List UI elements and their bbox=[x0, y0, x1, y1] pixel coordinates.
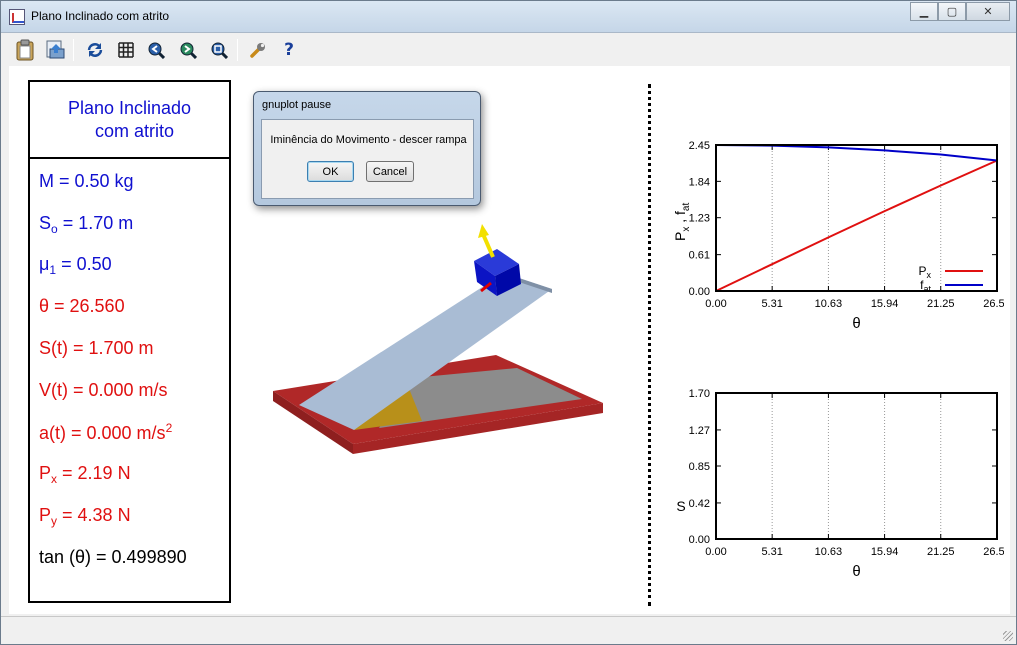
grid-icon bbox=[118, 42, 134, 58]
x-axis-label: θ bbox=[852, 563, 860, 580]
close-icon: ✕ bbox=[983, 5, 993, 18]
y-tick-label: 0.00 bbox=[689, 286, 710, 298]
info-title-line1: Plano Inclinado bbox=[67, 98, 192, 118]
zoom-previous-icon bbox=[148, 42, 165, 59]
status-bar bbox=[1, 616, 1016, 644]
replot-icon bbox=[87, 43, 103, 57]
zoom-next-button[interactable] bbox=[176, 38, 200, 62]
x-tick-label: 0.00 bbox=[705, 546, 726, 558]
zoom-previous-button[interactable] bbox=[144, 38, 168, 62]
print-icon bbox=[46, 40, 65, 59]
angle-value: θ = 26.560 bbox=[39, 296, 125, 316]
plot-frame bbox=[715, 392, 998, 540]
help-icon: ? bbox=[284, 40, 294, 60]
info-panel: Plano Inclinado com atrito M = 0.50 kg S… bbox=[28, 80, 231, 603]
plot-frame bbox=[715, 144, 998, 292]
maximize-icon: ▢ bbox=[946, 5, 958, 18]
options-button[interactable] bbox=[246, 38, 270, 62]
maximize-button[interactable]: ▢ bbox=[938, 2, 966, 21]
options-wrench-icon bbox=[250, 43, 265, 58]
y-tick-label: 0.00 bbox=[689, 534, 710, 546]
clipboard-icon bbox=[16, 39, 34, 61]
normal-force-arrow bbox=[481, 233, 495, 258]
y-tick-label: 1.84 bbox=[689, 176, 710, 188]
grid-button[interactable] bbox=[114, 38, 138, 62]
window-controls: ▁ ▢ ✕ bbox=[910, 2, 1010, 21]
x-tick-label: 5.31 bbox=[761, 298, 782, 310]
x-tick-label: 15.94 bbox=[871, 546, 899, 558]
y-axis-label: S bbox=[676, 498, 685, 514]
acceleration-value: a(t) = 0.000 m/s2 bbox=[39, 421, 173, 443]
normal-force-arrowhead bbox=[478, 224, 489, 238]
unzoom-icon bbox=[211, 42, 228, 59]
resize-grip[interactable] bbox=[1003, 631, 1013, 641]
ok-button[interactable]: OK bbox=[307, 161, 354, 182]
position-chart: 0.00 5.31 10.63 15.94 21.25 26.57 0.00 0.42 0.85… bbox=[676, 388, 1004, 580]
y-tick-label: 1.70 bbox=[689, 388, 710, 400]
help-button[interactable]: ? bbox=[277, 38, 301, 62]
x-tick-label: 21.25 bbox=[927, 546, 955, 558]
info-title-line2: com atrito bbox=[94, 121, 175, 141]
force-chart: 0.00 5.31 10.63 15.94 21.25 26.57 0.00 0.61 1.23… bbox=[672, 140, 1004, 332]
unzoom-button[interactable] bbox=[207, 38, 231, 62]
tangent-value: tan (θ) = 0.499890 bbox=[39, 547, 187, 567]
dialog-body: Iminência do Movimento - descer rampa OK… bbox=[261, 119, 474, 199]
print-button[interactable] bbox=[43, 38, 67, 62]
dialog-message: Iminência do Movimento - descer rampa bbox=[270, 134, 467, 146]
initial-position-value: So = 1.70 m bbox=[39, 213, 134, 236]
cancel-button[interactable]: Cancel bbox=[366, 161, 414, 182]
y-tick-label: 0.61 bbox=[689, 250, 710, 262]
y-tick-label: 0.42 bbox=[689, 498, 710, 510]
minimize-button[interactable]: ▁ bbox=[910, 2, 938, 21]
x-tick-label: 10.63 bbox=[815, 298, 843, 310]
x-axis-label: θ bbox=[852, 315, 860, 332]
y-tick-label: 2.45 bbox=[689, 140, 710, 152]
x-tick-label: 21.25 bbox=[927, 298, 955, 310]
close-button[interactable]: ✕ bbox=[966, 2, 1010, 21]
px-force-value: Px = 2.19 N bbox=[39, 463, 131, 486]
velocity-value: V(t) = 0.000 m/s bbox=[39, 380, 168, 400]
y-tick-label: 1.23 bbox=[689, 213, 710, 225]
minimize-icon: ▁ bbox=[919, 5, 929, 18]
replot-button[interactable] bbox=[83, 38, 107, 62]
position-value: S(t) = 1.700 m bbox=[39, 338, 154, 358]
app-icon[interactable] bbox=[9, 9, 25, 25]
toolbar: ? bbox=[1, 33, 1016, 66]
y-tick-label: 0.85 bbox=[689, 461, 710, 473]
clipboard-button[interactable] bbox=[13, 38, 37, 62]
x-tick-label: 26.57 bbox=[983, 546, 1004, 558]
legend-label-fat: fat bbox=[920, 278, 931, 294]
x-tick-label: 5.31 bbox=[761, 546, 782, 558]
plot-canvas: Plano Inclinado com atrito M = 0.50 kg S… bbox=[9, 66, 1010, 614]
info-title: Plano Inclinado com atrito bbox=[30, 82, 229, 159]
gnuplot-pause-dialog: gnuplot pause Iminência do Movimento - d… bbox=[253, 91, 481, 206]
inclined-plane-scene bbox=[273, 224, 603, 454]
py-force-value: Py = 4.38 N bbox=[39, 505, 131, 528]
friction-coefficient-value: μ1 = 0.50 bbox=[39, 254, 112, 277]
x-tick-label: 0.00 bbox=[705, 298, 726, 310]
dialog-title: gnuplot pause bbox=[262, 99, 332, 111]
mass-value: M = 0.50 kg bbox=[39, 171, 134, 191]
title-bar[interactable]: Plano Inclinado com atrito ▁ ▢ ✕ bbox=[1, 1, 1016, 33]
series-line-fat bbox=[715, 144, 998, 162]
y-tick-label: 1.27 bbox=[689, 425, 710, 437]
x-tick-label: 26.57 bbox=[983, 298, 1004, 310]
window-title: Plano Inclinado com atrito bbox=[31, 9, 170, 23]
x-tick-label: 15.94 bbox=[871, 298, 899, 310]
x-tick-label: 10.63 bbox=[815, 546, 843, 558]
zoom-next-icon bbox=[180, 42, 197, 59]
app-window: Plano Inclinado com atrito ▁ ▢ ✕ ? Plano… bbox=[0, 0, 1017, 645]
